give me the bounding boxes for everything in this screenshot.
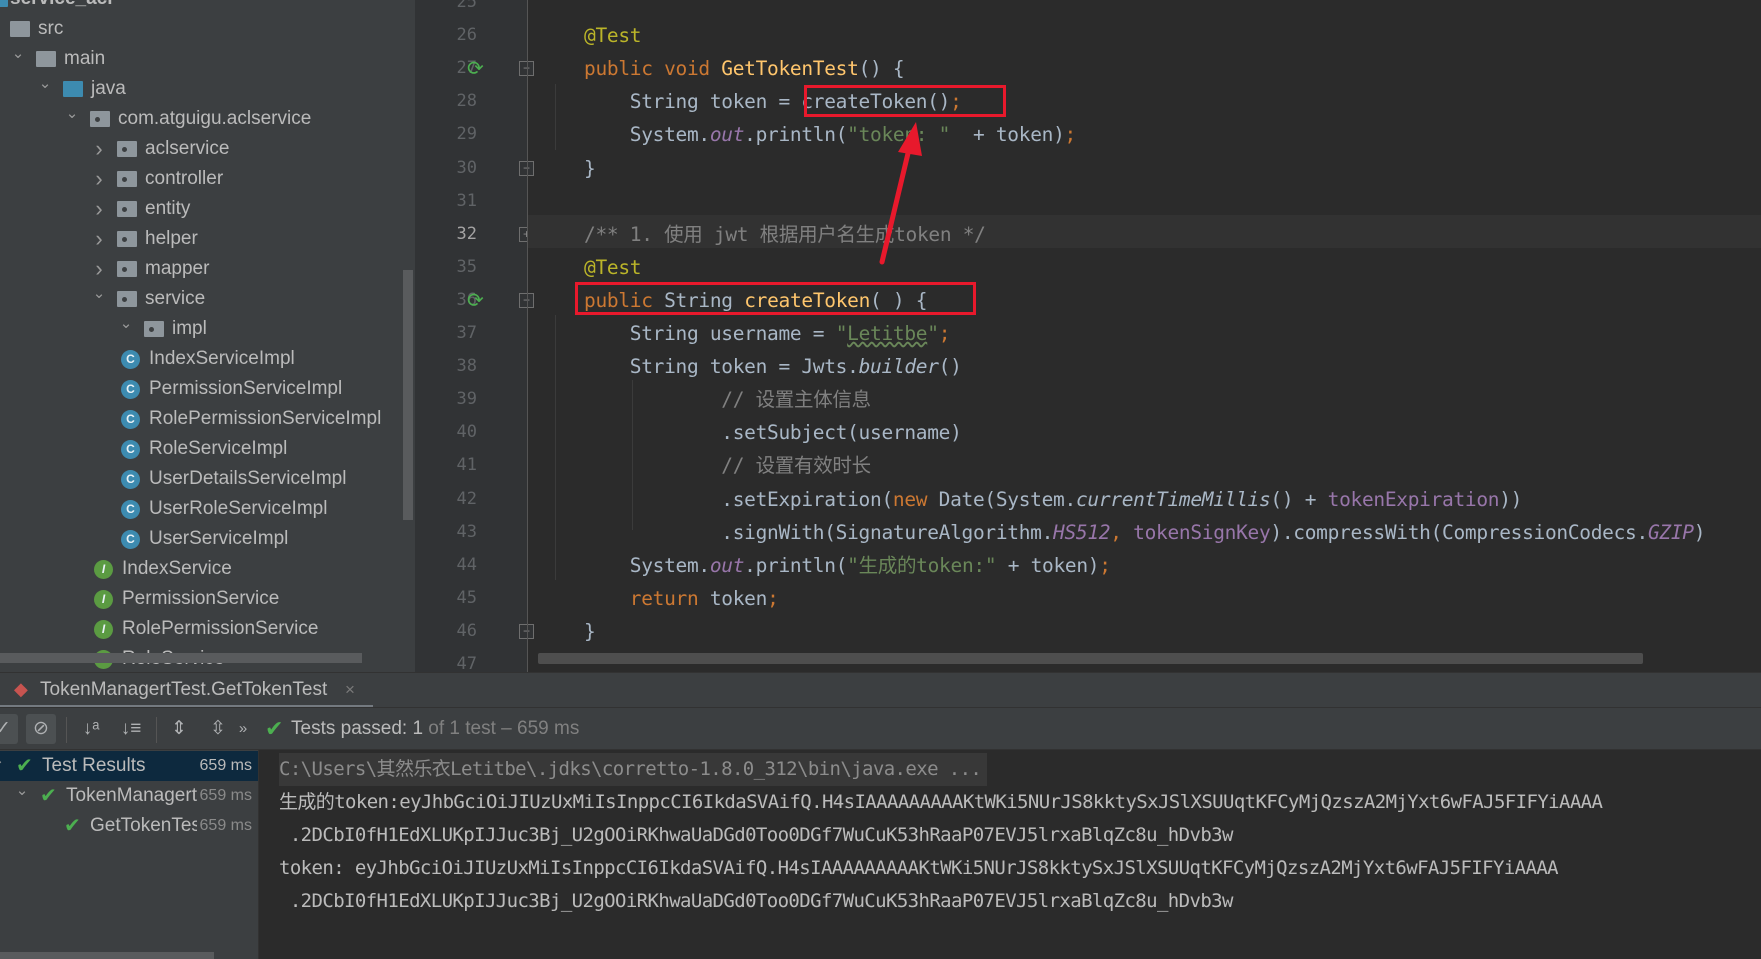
test-status: Tests passed: 1 of 1 test – 659 ms xyxy=(291,714,579,744)
test-name: Test Results xyxy=(42,755,146,776)
annotation-arrow xyxy=(879,122,922,265)
check-icon: ✔ xyxy=(16,755,33,777)
close-icon[interactable]: × xyxy=(345,673,355,706)
run-tab-bar: ◆ TokenManagertTest.GetTokenTest × xyxy=(0,672,1761,708)
tab-run-config[interactable]: ◆ TokenManagertTest.GetTokenTest × xyxy=(0,673,373,708)
passed-count: 1 xyxy=(412,718,424,739)
test-result-item[interactable]: ⌄ ✔ Test Results 659 ms xyxy=(0,751,258,781)
check-icon: ✔ xyxy=(64,815,81,837)
expand-all-icon[interactable]: ⇕ xyxy=(164,714,194,744)
results-hscrollbar[interactable] xyxy=(0,952,214,959)
test-toolbar: ✓ ⊘ ↓ᵃ ↓≡ ⇕ ⇳ » ✔ Tests passed: 1 of 1 t… xyxy=(0,707,1761,750)
test-duration: 659 ms xyxy=(196,751,252,781)
sort-alphabetically-icon[interactable]: ↓ᵃ xyxy=(76,714,106,744)
test-duration: 659 ms xyxy=(196,811,252,841)
test-result-item[interactable]: ✔ GetTokenTest 659 ms xyxy=(0,811,258,841)
chevron-down-icon[interactable]: ⌄ xyxy=(0,751,6,776)
tab-label: TokenManagertTest.GetTokenTest xyxy=(40,679,328,700)
collapse-all-icon[interactable]: ⇳ xyxy=(203,714,233,744)
editor-hscrollbar[interactable] xyxy=(538,653,1643,664)
check-icon: ✔ xyxy=(265,716,284,741)
show-passed-button[interactable]: ✓ xyxy=(0,714,18,744)
test-results-tree: ⌄✔Test Results659 ms⌄✔TokenManagertTest6… xyxy=(0,750,258,959)
test-duration: 659 ms xyxy=(196,781,252,811)
console-line: .2DCbI0fH1EdXLUKpIJJuc3Bj_U2gOOiRKhwaUaD… xyxy=(279,890,1234,912)
chevron-down-icon[interactable]: ⌄ xyxy=(14,781,30,806)
separator xyxy=(66,717,67,743)
status-suffix: of 1 test – 659 ms xyxy=(423,718,580,739)
separator xyxy=(156,717,157,743)
console-output[interactable]: C:\Users\其然乐衣Letitbe\.jdks\corretto-1.8.… xyxy=(258,750,1761,959)
console-line: token: eyJhbGciOiJIUzUxMiIsInppcCI6IkdaS… xyxy=(279,857,1559,879)
console-line: .2DCbI0fH1EdXLUKpIJJuc3Bj_U2gOOiRKhwaUaD… xyxy=(279,824,1234,846)
console-line: 生成的token:eyJhbGciOiJIUzUxMiIsInppcCI6Ikd… xyxy=(279,791,1603,813)
more-actions-button[interactable]: » xyxy=(233,714,253,744)
show-ignored-icon[interactable]: ⊘ xyxy=(26,714,56,744)
status-prefix: Tests passed: xyxy=(291,718,413,739)
console-command-line: C:\Users\其然乐衣Letitbe\.jdks\corretto-1.8.… xyxy=(279,753,988,786)
test-result-item[interactable]: ⌄ ✔ TokenManagertTest 659 ms xyxy=(0,781,258,811)
test-run-icon: ◆ xyxy=(14,679,28,699)
sort-by-duration-icon[interactable]: ↓≡ xyxy=(116,714,146,744)
check-icon: ✔ xyxy=(40,785,57,807)
test-name: GetTokenTest xyxy=(90,815,207,836)
